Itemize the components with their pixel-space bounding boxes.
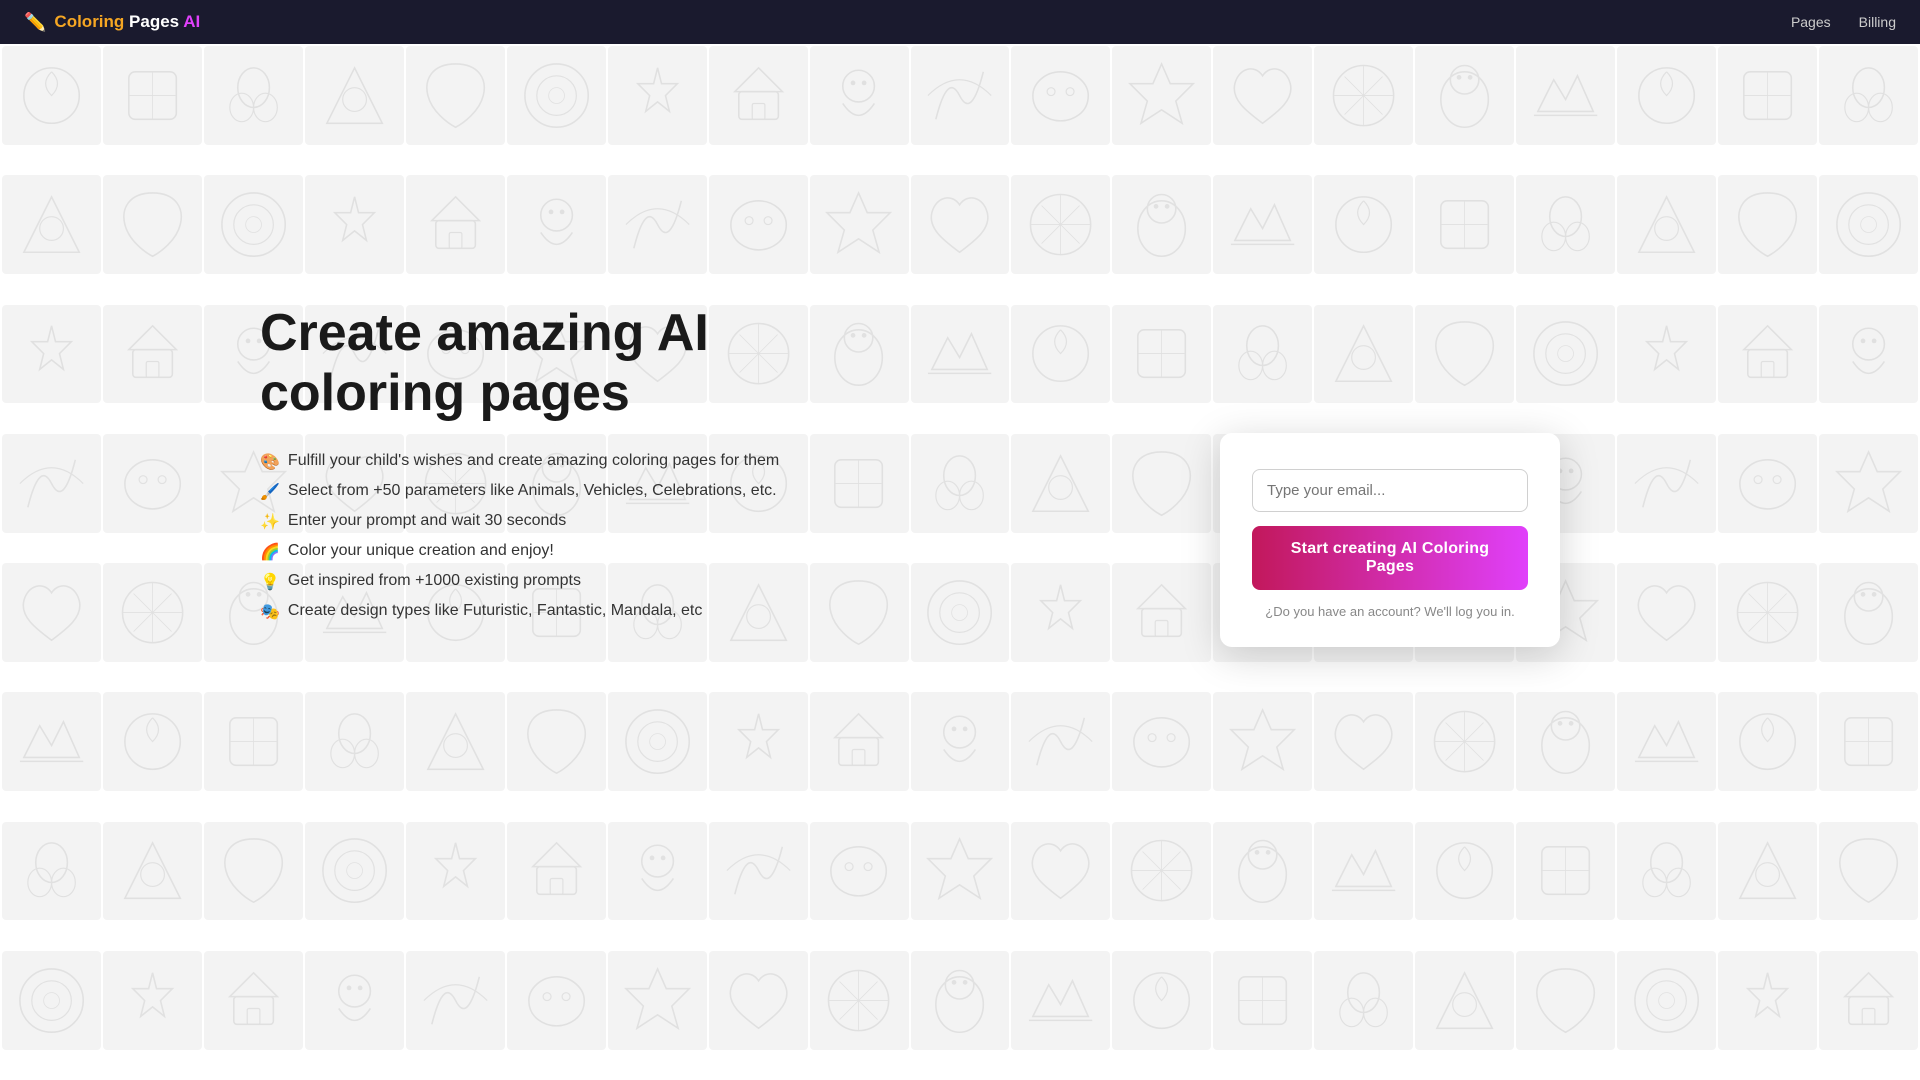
feature-text: Get inspired from +1000 existing prompts xyxy=(288,572,581,590)
feature-item: ✨ Enter your prompt and wait 30 seconds xyxy=(260,512,780,532)
feature-emoji: 🎭 xyxy=(260,602,280,622)
feature-emoji: 🖌️ xyxy=(260,482,280,502)
cta-button[interactable]: Start creating AI Coloring Pages xyxy=(1252,526,1528,590)
feature-item: 🎨 Fulfill your child's wishes and create … xyxy=(260,452,780,472)
main-content: Create amazing AI coloring pages 🎨 Fulfil… xyxy=(0,44,1920,1080)
hero-features: 🎨 Fulfill your child's wishes and create … xyxy=(260,452,780,622)
feature-text: Fulfill your child's wishes and create a… xyxy=(288,452,779,470)
navbar: ✏️ Coloring Pages AI Pages Billing xyxy=(0,0,1920,44)
signup-card: Start creating AI Coloring Pages ¿Do you… xyxy=(1220,433,1560,647)
feature-emoji: 🌈 xyxy=(260,542,280,562)
feature-text: Select from +50 parameters like Animals,… xyxy=(288,482,777,500)
feature-text: Enter your prompt and wait 30 seconds xyxy=(288,512,566,530)
feature-text: Color your unique creation and enjoy! xyxy=(288,542,554,560)
nav-billing[interactable]: Billing xyxy=(1859,14,1896,30)
logo-text: Coloring Pages AI xyxy=(54,12,200,32)
feature-item: 🖌️ Select from +50 parameters like Animal… xyxy=(260,482,780,502)
email-input[interactable] xyxy=(1252,469,1528,512)
feature-item: 💡 Get inspired from +1000 existing prompt… xyxy=(260,572,780,592)
feature-emoji: 🎨 xyxy=(260,452,280,472)
logo[interactable]: ✏️ Coloring Pages AI xyxy=(24,12,200,33)
feature-item: 🌈 Color your unique creation and enjoy! xyxy=(260,542,780,562)
feature-emoji: ✨ xyxy=(260,512,280,532)
feature-text: Create design types like Futuristic, Fan… xyxy=(288,602,702,620)
hero-panel: Create amazing AI coloring pages 🎨 Fulfil… xyxy=(260,304,780,632)
logo-icon: ✏️ xyxy=(24,12,46,33)
login-hint: ¿Do you have an account? We'll log you i… xyxy=(1252,604,1528,619)
nav-pages[interactable]: Pages xyxy=(1791,14,1831,30)
hero-title: Create amazing AI coloring pages xyxy=(260,304,780,424)
feature-item: 🎭 Create design types like Futuristic, Fa… xyxy=(260,602,780,622)
feature-emoji: 💡 xyxy=(260,572,280,592)
nav-links: Pages Billing xyxy=(1791,14,1896,30)
